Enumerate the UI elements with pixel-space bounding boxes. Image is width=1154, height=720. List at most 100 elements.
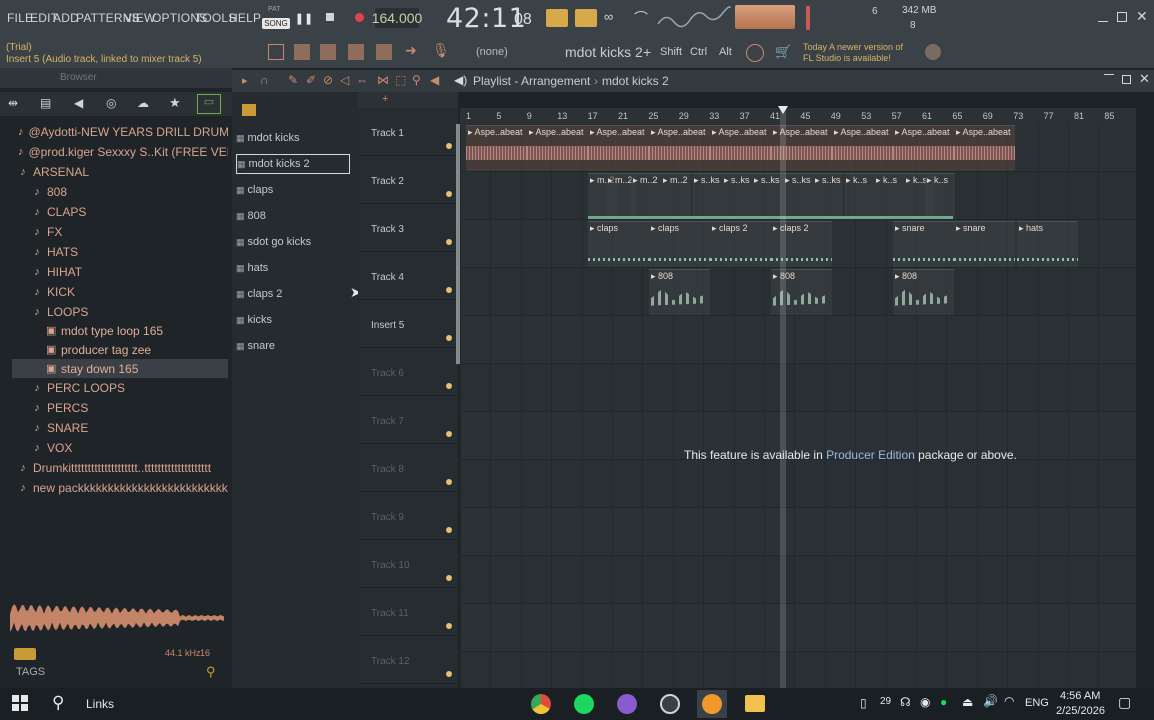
playlist-clip[interactable]: ▸ snare [954,221,1015,267]
snap-icon[interactable] [268,44,284,60]
playlist-icon[interactable] [294,44,310,60]
taskbar-search-text[interactable]: Links [86,697,114,711]
maximize-icon[interactable] [1117,12,1127,22]
magnet-icon[interactable]: ∩ [260,73,269,87]
arrow-right-icon[interactable]: ➜ [405,42,417,59]
metronome-icon[interactable]: ⌒ [634,8,654,28]
select-icon[interactable]: ⬚ [395,73,406,87]
browser-item[interactable]: ♪ KICK [12,282,228,301]
playlist-minimize-icon[interactable] [1104,74,1114,75]
channel-rack-icon[interactable] [348,44,364,60]
clock-time[interactable]: 4:56 AM [1060,690,1100,702]
wifi-icon[interactable]: ◠ [1004,694,1014,708]
playlist-clip[interactable]: ▸ 808 [649,269,710,315]
spotify-icon[interactable] [574,694,594,714]
playlist-clip[interactable]: ▸ k..s [925,173,955,219]
track-name[interactable]: Track 3 [371,224,404,235]
speaker-playlist-icon[interactable]: ◀) [454,73,467,87]
track-header[interactable]: Track 6 [358,348,458,396]
piano-roll-icon[interactable] [320,44,336,60]
browser-item[interactable]: ♪ @prod.kiger Sexxxy S..Kit (FREE VERSION… [12,142,228,161]
speaker-icon[interactable]: ◀ [74,96,83,110]
playlist-clip[interactable]: ▸ k..s [874,173,904,219]
playlist-close-icon[interactable]: ✕ [1139,71,1150,87]
zoom-icon[interactable]: ⚲ [412,73,421,87]
track-enable-led[interactable] [446,143,452,149]
browser-item[interactable]: ▣ mdot type loop 165 [12,321,228,340]
language-indicator[interactable]: ENG [1025,697,1049,709]
playlist-clip[interactable]: ▸ 808 [893,269,954,315]
playlist-clip[interactable]: ▸ Aspe..abeat [527,125,588,171]
track-header[interactable]: Track 12 [358,636,458,684]
track-enable-led[interactable] [446,575,452,581]
track-enable-led[interactable] [446,383,452,389]
track-name[interactable]: Track 8 [371,464,404,475]
browser-item[interactable]: ♪ HIHAT [12,262,228,281]
close-icon[interactable]: ✕ [1136,8,1148,25]
track-header[interactable]: Track 7 [358,396,458,444]
pattern-item[interactable]: ▦ mdot kicks 2 [236,154,350,174]
file-explorer-icon[interactable] [745,695,765,712]
help-icon[interactable] [746,44,764,62]
menu-view[interactable]: VIEW [124,11,155,25]
track-lane[interactable] [460,316,1136,364]
add-track-icon[interactable]: + [382,93,388,105]
pencil-icon[interactable]: ✎ [288,73,298,87]
pattern-selector[interactable]: mdot kicks 2 [565,44,643,60]
track-name[interactable]: Track 1 [371,128,404,139]
file-icon[interactable]: ▤ [40,96,51,110]
playlist-clip[interactable]: ▸ s..ks [783,173,813,219]
pause-icon[interactable]: ❚❚ [295,9,313,27]
track-header[interactable]: Track 9 [358,492,458,540]
add-pattern-button[interactable]: + [643,44,651,60]
playlist-clip[interactable]: ▸ k..s [844,173,874,219]
track-enable-led[interactable] [446,623,452,629]
delete-icon[interactable]: ⊘ [323,73,333,87]
playlist-clip[interactable]: ▸ Aspe..abeat [588,125,649,171]
track-header[interactable]: Track 10 [358,540,458,588]
play-sample-icon[interactable] [14,648,36,660]
browser-item[interactable]: ♪ CLAPS [12,202,228,221]
browser-item[interactable]: ▣ producer tag zee [12,340,228,359]
playhead-marker-icon[interactable] [778,106,788,114]
track-name[interactable]: Track 9 [371,512,404,523]
search-icon[interactable]: ⚲ [206,664,216,680]
browser-item[interactable]: ♪ ARSENAL [12,162,228,181]
playlist-clip[interactable]: ▸ s..ks [813,173,843,219]
cloud-icon[interactable]: ☁ [137,96,149,110]
chrome-icon[interactable] [531,694,551,714]
track-name[interactable]: Track 11 [371,608,409,619]
track-name[interactable]: Track 4 [371,272,404,283]
browser-item[interactable]: ▣ stay down 165 [12,359,228,378]
browser-item[interactable]: ♪ new packkkkkkkkkkkkkkkkkkkkkkkkk [12,478,228,497]
tray-app-icon[interactable]: ◉ [920,695,930,709]
browser-item[interactable]: ♪ LOOPS [12,302,228,321]
track-header[interactable]: Track 11 [358,588,458,636]
pattern-item[interactable]: ▦ kicks [236,310,350,330]
track-enable-led[interactable] [446,287,452,293]
browser-item[interactable]: ♪ @Aydotti-NEW YEARS DRILL DRUMKIT [12,122,228,141]
track-name[interactable]: Track 2 [371,176,404,187]
alt-key[interactable]: Alt [719,46,732,58]
tray-upload-icon[interactable]: ⏏ [962,695,973,709]
track-enable-led[interactable] [446,335,452,341]
pattern-item[interactable]: ▦ 808 [236,206,350,226]
playlist-clip[interactable]: ▸ m..2 [661,173,691,219]
playlist-clip[interactable]: ▸ Aspe..abeat [710,125,771,171]
playlist-clip[interactable]: ▸ Aspe..abeat [954,125,1015,171]
track-header[interactable]: Track 8 [358,444,458,492]
pattern-item[interactable]: ▦ mdot kicks [236,128,350,148]
track-enable-led[interactable] [446,527,452,533]
channel-selector[interactable]: (none) [476,46,508,58]
browser-item[interactable]: ♪ HATS [12,242,228,261]
playback-icon[interactable]: ◀ [430,73,439,87]
track-enable-led[interactable] [446,239,452,245]
playlist-clip[interactable]: ▸ claps [588,221,649,267]
playlist-clip[interactable]: ▸ snare [893,221,954,267]
tempo-display[interactable]: 164.000 [372,8,422,28]
news-line-1[interactable]: Today A newer version of [803,42,903,52]
track-lane[interactable] [460,508,1136,556]
track-lane[interactable] [460,556,1136,604]
browser-item[interactable]: ♪ 808 [12,182,228,201]
playlist-grid[interactable]: ▸ Aspe..abeat ▸ Aspe..abeat ▸ Aspe..abeat ▸… [460,124,1136,688]
